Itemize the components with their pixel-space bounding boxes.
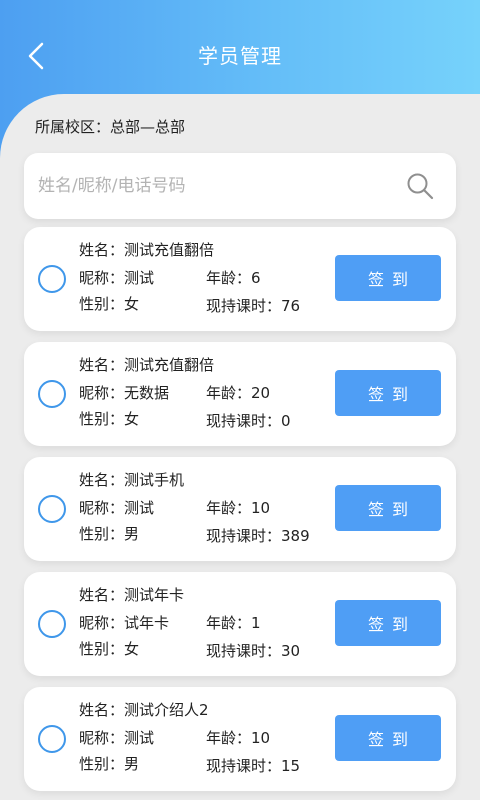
student-age: 年龄：20	[206, 384, 271, 402]
student-gender: 性别：女	[79, 640, 140, 658]
student-name: 姓名：测试充值翻倍	[79, 241, 215, 259]
student-age: 年龄：10	[206, 499, 271, 517]
signin-button[interactable]: 签到	[335, 485, 441, 531]
student-hours: 现持课时：0	[206, 412, 291, 430]
select-radio[interactable]	[38, 495, 66, 523]
select-radio[interactable]	[38, 725, 66, 753]
select-radio[interactable]	[38, 380, 66, 408]
search-icon[interactable]	[406, 172, 434, 200]
student-card: 姓名：测试充值翻倍 昵称：测试 性别：女 年龄：6 现持课时：76 签到	[24, 227, 456, 331]
student-nickname: 昵称：无数据	[79, 384, 170, 402]
select-radio[interactable]	[38, 610, 66, 638]
signin-button[interactable]: 签到	[335, 600, 441, 646]
select-radio[interactable]	[38, 265, 66, 293]
student-nickname: 昵称：试年卡	[79, 614, 170, 632]
student-gender: 性别：女	[79, 295, 140, 313]
student-card: 姓名：测试充值翻倍 昵称：无数据 性别：女 年龄：20 现持课时：0 签到	[24, 342, 456, 446]
student-hours: 现持课时：76	[206, 297, 301, 315]
student-nickname: 昵称：测试	[79, 499, 155, 517]
student-gender: 性别：男	[79, 755, 140, 773]
signin-button[interactable]: 签到	[335, 370, 441, 416]
student-age: 年龄：1	[206, 614, 261, 632]
student-card: 姓名：测试年卡 昵称：试年卡 性别：女 年龄：1 现持课时：30 签到	[24, 572, 456, 676]
student-name: 姓名：测试手机	[79, 471, 185, 489]
page-title: 学员管理	[198, 44, 282, 68]
signin-button[interactable]: 签到	[335, 255, 441, 301]
search-input[interactable]	[38, 153, 398, 219]
student-nickname: 昵称：测试	[79, 729, 155, 747]
student-gender: 性别：男	[79, 525, 140, 543]
student-age: 年龄：10	[206, 729, 271, 747]
search-box	[24, 153, 456, 219]
student-name: 姓名：测试介绍人2	[79, 701, 209, 719]
campus-label: 所属校区：总部—总部	[35, 118, 186, 136]
student-hours: 现持课时：30	[206, 642, 301, 660]
student-hours: 现持课时：389	[206, 527, 310, 545]
student-age: 年龄：6	[206, 269, 261, 287]
signin-button[interactable]: 签到	[335, 715, 441, 761]
student-card: 姓名：测试手机 昵称：测试 性别：男 年龄：10 现持课时：389 签到	[24, 457, 456, 561]
student-name: 姓名：测试充值翻倍	[79, 356, 215, 374]
student-card: 姓名：测试介绍人2 昵称：测试 性别：男 年龄：10 现持课时：15 签到	[24, 687, 456, 791]
student-hours: 现持课时：15	[206, 757, 301, 775]
student-name: 姓名：测试年卡	[79, 586, 185, 604]
student-nickname: 昵称：测试	[79, 269, 155, 287]
student-gender: 性别：女	[79, 410, 140, 428]
